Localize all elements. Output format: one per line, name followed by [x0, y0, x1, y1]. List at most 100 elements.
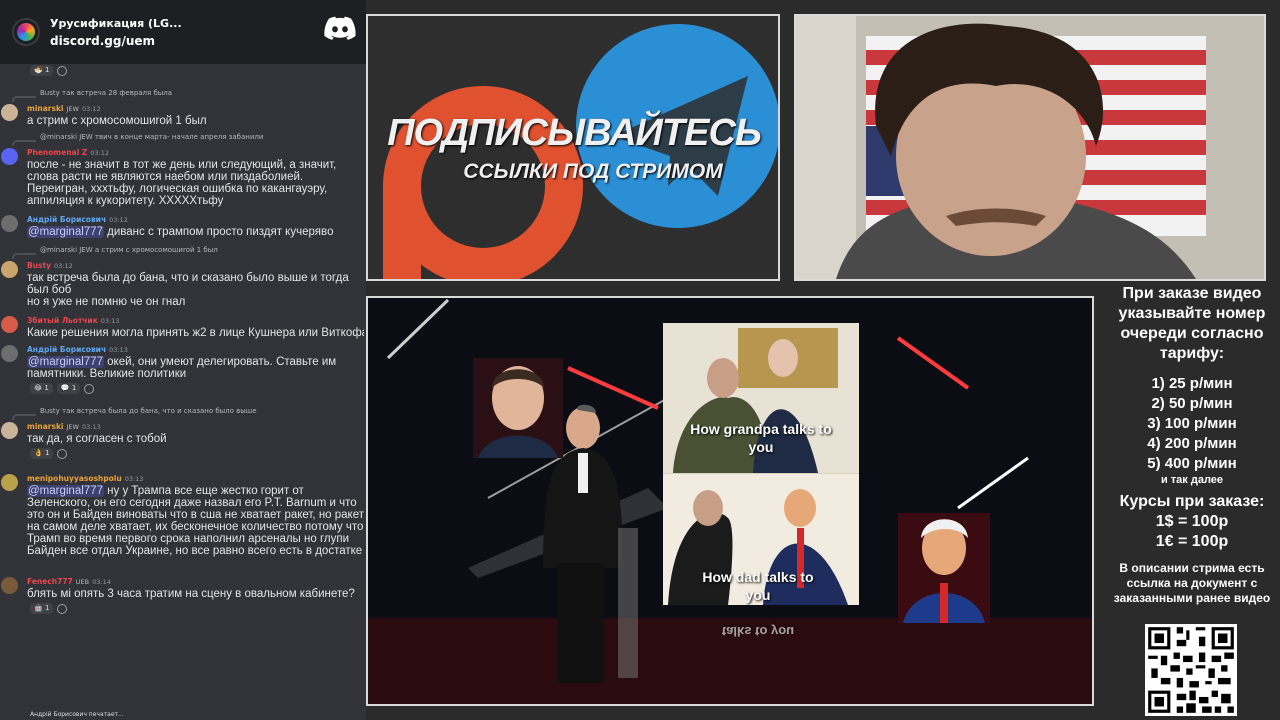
- portrait-right: [898, 513, 990, 623]
- reply-preview[interactable]: Busty так встреча 28 февраля была: [0, 89, 366, 102]
- author-name[interactable]: menipohuyyasoshpolu: [27, 474, 122, 483]
- author-name[interactable]: minarski: [27, 104, 64, 113]
- order-info-panel: При заказе видео указывайте номер очеред…: [1104, 282, 1280, 720]
- reaction-chip[interactable]: 🍜 1: [30, 65, 54, 76]
- author-name[interactable]: Phenomenal Z: [27, 148, 87, 157]
- reply-preview[interactable]: @minarski JEW а стрим с хромосомошиroй 1…: [0, 246, 366, 259]
- meme-caption-reflection: talks to you: [721, 624, 795, 639]
- user-mention[interactable]: @marginal777: [27, 356, 104, 368]
- qr-code-icon[interactable]: [1145, 624, 1237, 716]
- reaction-chip[interactable]: 🤖 1: [30, 603, 54, 614]
- role-badge: UEB: [75, 577, 90, 586]
- chat-message: minarski JEW 03:13 так да, я согласен с то…: [0, 420, 366, 445]
- order-instructions: При заказе видео указывайте номер очеред…: [1118, 285, 1266, 362]
- timestamp: 03:12: [81, 104, 101, 113]
- chat-message: Fenech777 UEB 03:14 блять мі опять 3 часа …: [0, 575, 366, 600]
- timestamp: 03:12: [109, 215, 128, 224]
- message-text: после - не значит в тот же день или след…: [27, 159, 337, 207]
- tariff-4: 4) 200 р/мин: [1147, 435, 1237, 452]
- video-frame: [368, 298, 1092, 704]
- user-mention[interactable]: @marginal777: [27, 226, 104, 238]
- author-name[interactable]: Збитый Льотчик: [27, 316, 98, 325]
- chat-message: Андрій Борисович 03:13 @marginal777 окей,…: [0, 343, 366, 380]
- chat-message: Busty 03:12 так встреча была до бана, что…: [0, 259, 366, 308]
- video-player: How grandpa talks to you How dad talks t…: [366, 296, 1094, 706]
- timestamp: 03:12: [54, 261, 73, 270]
- author-name[interactable]: minarski: [27, 422, 64, 431]
- reaction-row: 🍜 1: [0, 64, 366, 77]
- avatar[interactable]: [1, 215, 18, 232]
- meme-caption-top: How grandpa talks to you: [690, 421, 832, 455]
- avatar[interactable]: [1, 104, 18, 121]
- tariff-3: 3) 100 р/мин: [1147, 415, 1237, 432]
- avatar[interactable]: [1, 316, 18, 333]
- promo-title: ПОДПИСЫВАЙТЕСЬ: [387, 112, 762, 154]
- timestamp: 03:13: [124, 474, 144, 483]
- rate-eur: 1€ = 100р: [1155, 533, 1229, 550]
- avatar[interactable]: [1, 148, 18, 165]
- tariff-2: 2) 50 р/мин: [1151, 395, 1233, 412]
- message-text: блять мі опять 3 часа тратим на сцену в …: [27, 588, 355, 600]
- promo-subtitle: ССЫЛКИ ПОД СТРИМОМ: [463, 160, 723, 183]
- message-text: диванс с трампом просто пиздят кучерявo: [103, 226, 334, 238]
- add-reaction-icon[interactable]: [57, 448, 68, 459]
- reaction-row: 🤖 1: [0, 602, 366, 615]
- author-name[interactable]: Fenech777: [27, 577, 73, 586]
- reaction-chip[interactable]: 💬 1: [56, 383, 81, 394]
- discord-icon: [324, 16, 356, 40]
- author-name[interactable]: Андрій Борисович: [27, 345, 106, 354]
- timestamp: 03:13: [100, 316, 120, 325]
- tariff-1: 1) 25 р/мин: [1151, 375, 1233, 392]
- document-note: В описании стрима есть ссылка на докумен…: [1113, 561, 1271, 605]
- timestamp: 03:13: [109, 345, 128, 354]
- rates-title: Курсы при заказе:: [1119, 493, 1265, 510]
- reaction-row: 😂 1 💬 1: [0, 382, 366, 395]
- add-reaction-icon[interactable]: [57, 603, 68, 614]
- avatar[interactable]: [1, 422, 18, 439]
- avatar[interactable]: [1, 345, 18, 362]
- portrait-left: [473, 358, 563, 458]
- webcam-image: [796, 16, 1264, 279]
- reaction-chip[interactable]: 😂 1: [30, 383, 53, 394]
- chat-message: minarski JEW 03:12 а стрим с хромосомошиro…: [0, 102, 366, 127]
- invite-link[interactable]: discord.gg/uem: [50, 34, 182, 48]
- chat-message: Андрій Борисович 03:12 @marginal777 диван…: [0, 213, 366, 238]
- reaction-chip[interactable]: 👌 1: [30, 448, 54, 459]
- reaction-row: 👌 1: [0, 447, 366, 460]
- avatar[interactable]: [1, 474, 18, 491]
- reply-preview[interactable]: Busty так встреча была до бана, что и ск…: [0, 407, 366, 420]
- message-text: а стрим с хромосомошиroй 1 был: [27, 115, 207, 127]
- stream-layout: Урусификация (LG... discord.gg/uem 🍜 1 B…: [0, 0, 1280, 720]
- rate-usd: 1$ = 100р: [1155, 513, 1229, 530]
- avatar[interactable]: [1, 577, 18, 594]
- author-name[interactable]: Busty: [27, 261, 51, 270]
- timestamp: 03:12: [90, 148, 110, 157]
- avatar[interactable]: [1, 261, 18, 278]
- timestamp: 03:14: [92, 577, 111, 586]
- author-name[interactable]: Андрій Борисович: [27, 215, 106, 224]
- webcam-feed: [794, 14, 1266, 281]
- server-icon: [14, 20, 38, 44]
- tariff-5: 5) 400 р/мин: [1147, 455, 1237, 472]
- add-reaction-icon[interactable]: [57, 65, 68, 76]
- chat-message: menipohuyyasoshpolu 03:13 @marginal777 ну…: [0, 472, 366, 569]
- chat-message: Збитый Льотчик 03:13 Какие решения могла …: [0, 314, 366, 339]
- server-name: Урусификация (LG...: [50, 16, 182, 30]
- tariff-more: и так далее: [1160, 474, 1224, 486]
- message-text: Какие решения могла принять ж2 в лице Ку…: [27, 327, 364, 339]
- message-text: так да, я согласен с тобой: [27, 433, 167, 445]
- chat-message: Phenomenal Z 03:12 после - не значит в то…: [0, 146, 366, 207]
- timestamp: 03:13: [81, 422, 101, 431]
- user-mention[interactable]: @marginal777: [27, 485, 104, 497]
- meme-image: [663, 323, 859, 605]
- promo-panel: ПОДПИСЫВАЙТЕСЬ ССЫЛКИ ПОД СТРИМОМ: [366, 14, 780, 281]
- typing-indicator: Андрій Борисович печатает...: [30, 711, 124, 718]
- meme-caption-bottom: How dad talks to you: [702, 569, 814, 603]
- reply-preview[interactable]: @minarski JEW твич в конце марта- начале…: [0, 133, 366, 146]
- role-badge: JEW: [66, 422, 79, 431]
- chat-header: Урусификация (LG... discord.gg/uem: [0, 0, 366, 64]
- role-badge: JEW: [66, 104, 79, 113]
- discord-chat-overlay: Урусификация (LG... discord.gg/uem 🍜 1 B…: [0, 0, 366, 720]
- message-text: так встреча была до бана, что и сказано …: [27, 272, 349, 308]
- add-reaction-icon[interactable]: [84, 383, 95, 394]
